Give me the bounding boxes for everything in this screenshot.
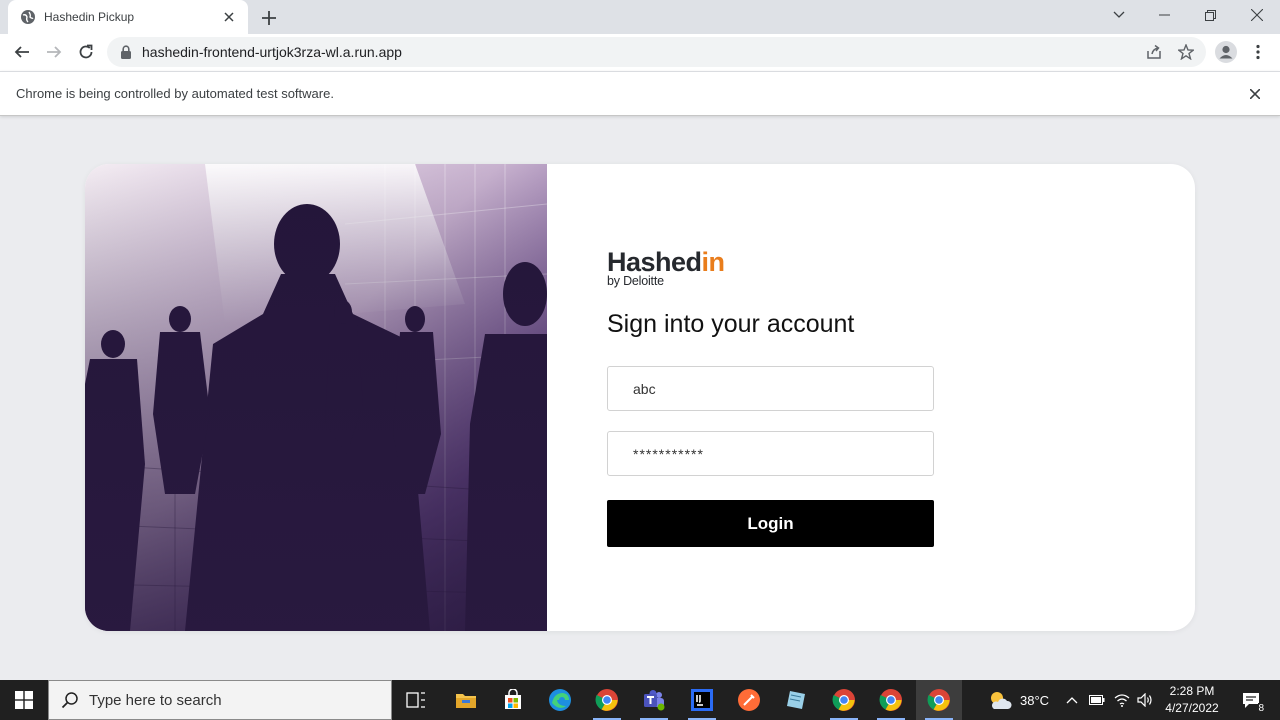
show-hidden-icons-chevron-icon[interactable] [1066,680,1078,720]
login-card: Hashedin by Deloitte Sign into your acco… [85,164,1195,631]
notes-app-icon[interactable] [773,680,819,720]
chrome-icon[interactable] [584,680,630,720]
tab-search-icon[interactable] [1096,0,1142,30]
weather-widget[interactable]: 38°C [988,680,1049,720]
page-title: Sign into your account [607,310,855,338]
battery-icon[interactable] [1089,680,1105,720]
forward-arrow-icon[interactable] [41,39,67,65]
globe-icon [20,9,36,25]
notification-count: 8 [1258,703,1264,714]
clock-date: 4/27/2022 [1165,701,1219,715]
hero-image [85,164,547,631]
bookmark-star-icon[interactable] [1175,41,1197,63]
address-bar[interactable]: hashedin-frontend-urtjok3rza-wl.a.run.ap… [107,37,1206,67]
chrome-icon[interactable] [821,680,867,720]
teams-icon[interactable] [631,680,677,720]
share-icon[interactable] [1143,41,1165,63]
temperature-text: 38°C [1020,692,1050,708]
microsoft-store-icon[interactable] [490,680,536,720]
minimize-icon[interactable] [1141,0,1187,30]
file-explorer-icon[interactable] [443,680,489,720]
partly-sunny-icon [988,690,1012,710]
browser-tabstrip: Hashedin Pickup [0,0,1280,34]
intellij-icon[interactable] [679,680,725,720]
automation-infobar: Chrome is being controlled by automated … [0,71,1280,116]
infobar-message: Chrome is being controlled by automated … [16,86,334,101]
windows-taskbar: Type here to search 38°C 2:28 PM 4/27/20… [0,680,1280,720]
logo-word-accent: in [701,247,726,277]
taskbar-search-box[interactable]: Type here to search [48,680,392,720]
postman-icon[interactable] [726,680,772,720]
windows-start-icon[interactable] [0,680,48,720]
browser-tab[interactable]: Hashedin Pickup [8,0,248,34]
task-view-icon[interactable] [393,680,439,720]
url-text: hashedin-frontend-urtjok3rza-wl.a.run.ap… [142,44,402,60]
chrome-menu-icon[interactable] [1247,41,1269,63]
edge-browser-icon[interactable] [537,680,583,720]
chrome-icon[interactable] [868,680,914,720]
tab-title: Hashedin Pickup [44,10,135,24]
reload-icon[interactable] [73,39,99,65]
infobar-close-icon[interactable] [1246,85,1264,103]
browser-toolbar: hashedin-frontend-urtjok3rza-wl.a.run.ap… [0,34,1280,71]
profile-avatar-icon[interactable] [1215,41,1237,63]
restore-icon[interactable] [1187,0,1233,30]
taskbar-search-placeholder: Type here to search [89,691,222,709]
new-tab-icon[interactable] [258,7,280,29]
logo-word: Hashed [607,247,702,277]
search-icon [61,691,79,709]
volume-icon[interactable] [1137,680,1153,720]
wifi-icon[interactable] [1114,680,1130,720]
lock-icon [120,45,134,59]
window-close-icon[interactable] [1234,0,1280,30]
username-field[interactable] [607,366,934,411]
tab-close-icon[interactable] [220,8,238,26]
password-field[interactable] [607,431,934,476]
hashedin-logo: Hashedin by Deloitte [607,248,747,288]
chrome-icon-active[interactable] [916,680,962,720]
back-arrow-icon[interactable] [9,39,35,65]
notifications-icon[interactable]: 8 [1236,680,1266,720]
taskbar-clock[interactable]: 2:28 PM 4/27/2022 [1156,683,1228,717]
login-button[interactable]: Login [607,500,934,547]
clock-time: 2:28 PM [1169,684,1215,698]
